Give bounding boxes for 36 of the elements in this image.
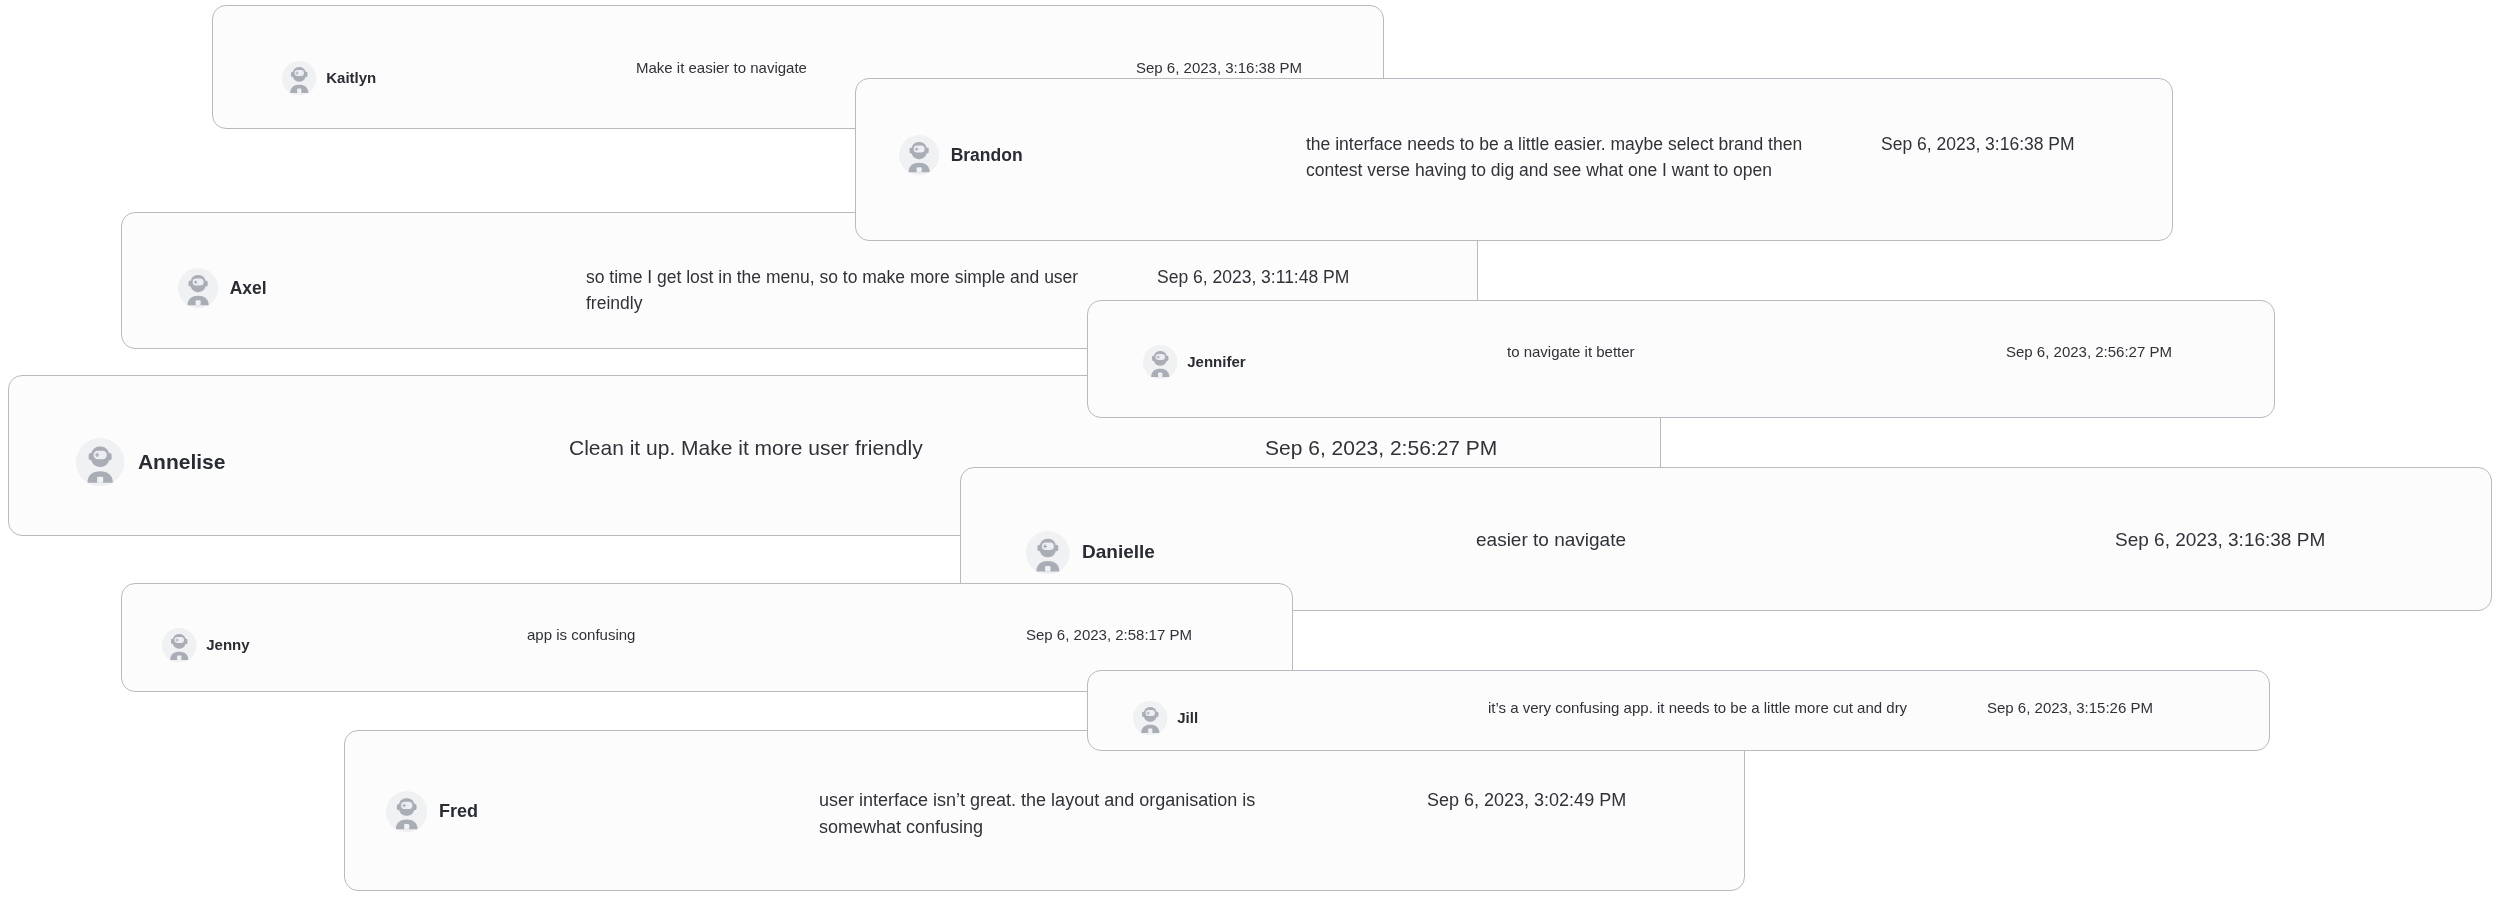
timestamp: Sep 6, 2023, 2:56:27 PM: [1265, 435, 1499, 462]
user-name: Brandon: [950, 144, 1023, 168]
comment-text: app is confusing: [527, 624, 637, 645]
comment-text: Make it easier to navigate: [636, 57, 808, 78]
timestamp: Sep 6, 2023, 3:16:38 PM: [2115, 527, 2327, 552]
user-name: Axel: [229, 277, 267, 301]
avatar-icon: [1133, 700, 1168, 735]
user-name: Annelise: [137, 448, 226, 475]
comment-text: the interface needs to be a little easier. maybe select brand then contest verse having to dig and see what one I want to open: [1306, 132, 1804, 183]
timestamp: Sep 6, 2023, 2:56:27 PM: [2006, 341, 2173, 362]
comment-text: Clean it up. Make it more user friendly: [569, 435, 924, 462]
comment-text: it’s a very confusing app. it needs to be a little more cut and dry: [1488, 697, 1909, 718]
user-name: Jill: [1177, 707, 1199, 728]
avatar-icon: [76, 437, 125, 486]
avatar-icon: [1143, 344, 1178, 379]
comment-text: to navigate it better: [1507, 341, 1636, 362]
user-name: Jenny: [206, 634, 250, 655]
timestamp: Sep 6, 2023, 3:11:48 PM: [1157, 265, 1351, 289]
timestamp: Sep 6, 2023, 3:16:38 PM: [1881, 132, 2076, 156]
user-name: Jennifer: [1187, 351, 1246, 372]
timestamp: Sep 6, 2023, 2:58:17 PM: [1026, 624, 1193, 645]
comment-text: so time I get lost in the menu, so to make more simple and user freindly: [586, 265, 1080, 316]
timestamp: Sep 6, 2023, 3:02:49 PM: [1427, 788, 1628, 812]
avatar-icon: [1026, 530, 1070, 575]
user-name: Fred: [439, 800, 479, 824]
timestamp: Sep 6, 2023, 3:15:26 PM: [1987, 697, 2154, 718]
user-name: Danielle: [1082, 540, 1155, 565]
timestamp: Sep 6, 2023, 3:16:38 PM: [1136, 57, 1303, 78]
avatar-icon: [899, 135, 940, 176]
comment-text: user interface isn’t great. the layout and organisation is somewhat confusing: [819, 788, 1257, 839]
user-name: Kaitlyn: [326, 67, 377, 88]
avatar-icon: [282, 60, 317, 95]
avatar-icon: [386, 791, 428, 833]
avatar-icon: [178, 268, 219, 309]
comment-text: easier to navigate: [1476, 527, 1627, 552]
avatar-icon: [162, 627, 197, 662]
